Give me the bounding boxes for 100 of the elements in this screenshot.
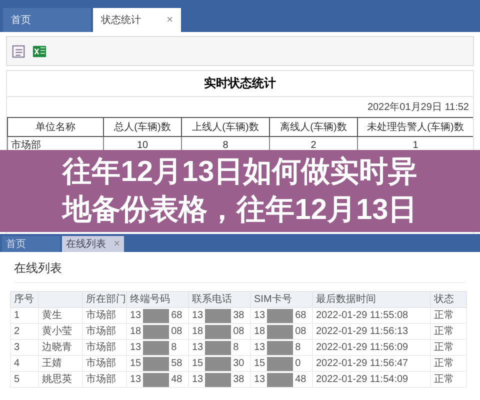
table-cell: 0 <box>295 356 301 370</box>
table-cell: 13 <box>130 372 142 386</box>
table-cell: 2 <box>10 324 38 340</box>
table-cell: 2022-01-29 11:55:08 <box>312 308 430 324</box>
table-cell: 13 <box>192 372 204 386</box>
table-cell: 正常 <box>430 372 466 388</box>
banner-title: 地备份表格，往年12月13日 <box>62 193 418 228</box>
table-cell: 8 <box>233 340 239 354</box>
table-cell: 5 <box>10 372 38 388</box>
table-cell: 2022-01-29 11:56:47 <box>312 356 430 372</box>
table-cell: 1 <box>10 308 38 324</box>
table-cell: 姚思英 <box>38 372 82 388</box>
tab[interactable]: 首页 <box>2 236 60 252</box>
table-cell: 2022-01-29 11:56:13 <box>312 324 430 340</box>
table-cell: 4 <box>10 356 38 372</box>
redaction-block <box>143 372 170 386</box>
table-cell: 68 <box>171 308 182 322</box>
section-heading: 在线列表 <box>14 260 466 283</box>
close-icon[interactable]: × <box>114 238 120 250</box>
column-header: 最后数据时间 <box>316 294 376 304</box>
table-cell: 王婧 <box>38 356 82 372</box>
redaction-block <box>267 356 294 370</box>
table-cell: 38 <box>233 308 244 322</box>
table-cell: 市场部 <box>82 356 126 372</box>
table-cell: 正常 <box>430 324 466 340</box>
table-cell: 市场部 <box>82 340 126 356</box>
tab[interactable]: 首页 <box>3 8 91 32</box>
redaction-block <box>267 308 294 322</box>
banner-title: 往年12月13日如何做实时异 <box>62 154 418 190</box>
table-cell: 30 <box>233 356 244 370</box>
table-cell: 08 <box>171 324 182 338</box>
spreadsheet-icon[interactable] <box>32 44 47 58</box>
table-cell: 15 <box>130 356 142 370</box>
table-cell: 2 <box>310 140 316 150</box>
column-header: 离线人(车辆)数 <box>270 118 358 136</box>
table-cell: 18 <box>130 324 142 338</box>
table-cell: 08 <box>295 324 306 338</box>
redaction-block <box>143 356 170 370</box>
table-cell: 8 <box>171 340 177 354</box>
redaction-block <box>143 324 170 338</box>
redaction-block <box>267 372 294 386</box>
table-cell: 18 <box>192 324 204 338</box>
table-cell: 市场部 <box>82 324 126 340</box>
column-header: 终端号码 <box>130 294 170 304</box>
column-header: 联系电话 <box>192 294 232 304</box>
column-header: SIM卡号 <box>254 294 292 304</box>
table-cell: 13 <box>192 308 204 322</box>
table-cell: 13 <box>254 308 266 322</box>
redaction-block <box>205 372 232 386</box>
table-cell: 黄小莹 <box>38 324 82 340</box>
table-cell: 38 <box>233 372 244 386</box>
tab[interactable]: 在线列表 × <box>62 236 124 252</box>
document-icon[interactable] <box>11 44 26 58</box>
table-cell: 58 <box>171 356 182 370</box>
table-cell: 13 <box>254 372 266 386</box>
redaction-block <box>205 356 232 370</box>
report-datetime: 2022年01月29日 11:52 <box>367 102 469 113</box>
column-header: 上线人(车辆)数 <box>182 118 270 136</box>
table-cell: 市场部 <box>82 372 126 388</box>
report-title: 实时状态统计 <box>7 71 473 97</box>
table-cell: 8 <box>295 340 301 354</box>
tab[interactable]: 状态统计 × <box>93 8 181 32</box>
redaction-block <box>205 340 232 354</box>
table-cell: 2022-01-29 11:54:09 <box>312 372 430 388</box>
table-cell: 1 <box>412 140 418 150</box>
redaction-block <box>205 308 232 322</box>
redaction-block <box>143 308 170 322</box>
table-cell: 13 <box>192 340 204 354</box>
table-cell: 13 <box>130 308 142 322</box>
table-cell: 正常 <box>430 340 466 356</box>
table-cell: 3 <box>10 340 38 356</box>
column-header: 所在部门 <box>86 294 126 304</box>
close-icon[interactable]: × <box>166 14 173 26</box>
redaction-block <box>267 340 294 354</box>
redaction-block <box>205 324 232 338</box>
table-cell: 13 <box>254 340 266 354</box>
table-cell: 15 <box>254 356 266 370</box>
table-cell: 13 <box>130 340 142 354</box>
table-cell: 边晓青 <box>38 340 82 356</box>
redaction-block <box>267 324 294 338</box>
table-cell: 8 <box>222 140 228 150</box>
table-cell: 68 <box>295 308 306 322</box>
table-cell: 15 <box>192 356 204 370</box>
table-cell: 市场部 <box>11 140 41 151</box>
table-cell: 黄生 <box>38 308 82 324</box>
column-header: 总人(车辆)数 <box>104 118 182 136</box>
table-cell: 48 <box>295 372 306 386</box>
column-header: 状态 <box>434 294 454 304</box>
table-cell: 18 <box>254 324 266 338</box>
column-header: 未处理告警人(车辆)数 <box>358 118 473 136</box>
table-cell: 2022-01-29 11:56:09 <box>312 340 430 356</box>
table-cell: 08 <box>233 324 244 338</box>
table-cell: 10 <box>136 140 148 150</box>
table-cell: 正常 <box>430 308 466 324</box>
table-cell: 市场部 <box>82 308 126 324</box>
table-cell: 48 <box>171 372 182 386</box>
table-cell: 正常 <box>430 356 466 372</box>
column-header: 序号 <box>14 294 34 304</box>
redaction-block <box>143 340 170 354</box>
column-header: 单位名称 <box>8 118 104 136</box>
